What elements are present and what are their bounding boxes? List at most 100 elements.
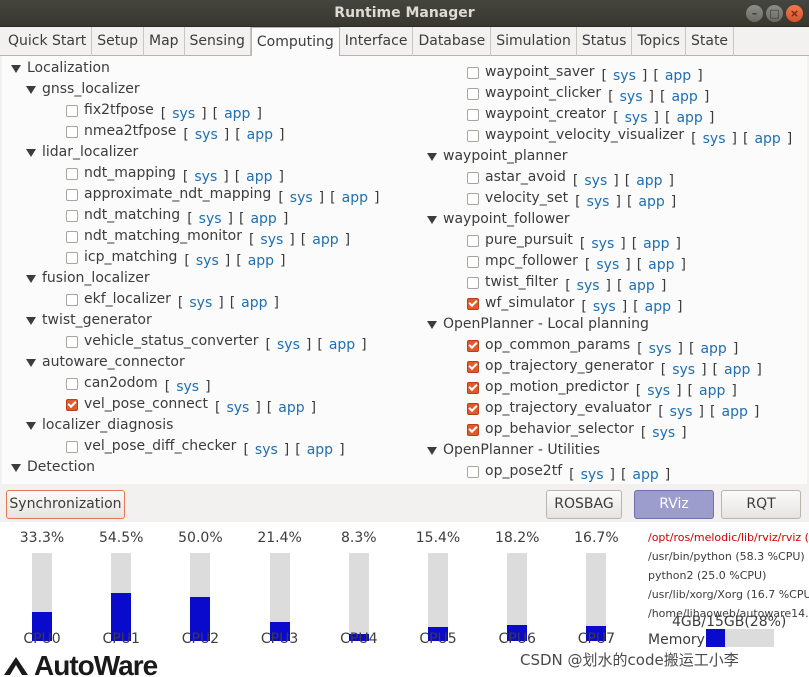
- item-label: mpc_follower: [485, 253, 578, 269]
- maximize-icon[interactable]: □: [766, 5, 783, 22]
- app-link[interactable]: app: [754, 131, 780, 147]
- minimize-icon[interactable]: –: [746, 5, 763, 22]
- group-label[interactable]: OpenPlanner - Local planning: [443, 314, 649, 335]
- checkbox[interactable]: [467, 108, 479, 121]
- checkbox[interactable]: [467, 66, 479, 79]
- rviz-button[interactable]: RViz: [634, 490, 714, 519]
- checkbox[interactable]: [467, 423, 479, 436]
- app-link[interactable]: app: [676, 110, 702, 126]
- bracket: [: [620, 467, 627, 483]
- cpu-meter: 33.3% CPU0: [2, 530, 82, 650]
- bracket: [: [569, 467, 575, 483]
- group-label[interactable]: OpenPlanner - Utilities: [443, 440, 600, 461]
- autoware-logo: AutoWare: [2, 650, 158, 677]
- sys-link[interactable]: sys: [620, 89, 643, 105]
- bracket: [: [688, 341, 695, 357]
- tree-group: OpenPlanner - Utilities: [426, 440, 600, 461]
- group-label[interactable]: waypoint_follower: [443, 209, 570, 230]
- sys-app-links: [sys]: [638, 423, 690, 444]
- sys-link[interactable]: sys: [703, 131, 726, 147]
- checkbox[interactable]: [467, 276, 479, 289]
- tab-map[interactable]: Map: [144, 27, 185, 56]
- sys-link[interactable]: sys: [584, 173, 607, 189]
- tab-state[interactable]: State: [686, 27, 735, 56]
- bracket: ]: [701, 362, 707, 378]
- app-link[interactable]: app: [721, 404, 747, 420]
- tab-status[interactable]: Status: [577, 27, 633, 56]
- sys-link[interactable]: sys: [652, 425, 675, 441]
- tab-setup[interactable]: Setup: [92, 27, 144, 56]
- tree-item: op_pose2tf [sys] [app]: [467, 461, 673, 484]
- bracket: ]: [668, 173, 675, 189]
- checkbox[interactable]: [467, 297, 479, 310]
- sys-link[interactable]: sys: [613, 68, 636, 84]
- app-link[interactable]: app: [700, 341, 726, 357]
- expander-triangle-icon[interactable]: [426, 214, 437, 225]
- cpu-bar: [32, 553, 52, 641]
- bracket: ]: [680, 257, 686, 273]
- tab-computing[interactable]: Computing: [250, 27, 340, 57]
- checkbox[interactable]: [467, 87, 479, 100]
- app-link[interactable]: app: [628, 278, 654, 294]
- sys-link[interactable]: sys: [672, 362, 695, 378]
- sys-link[interactable]: sys: [596, 257, 619, 273]
- expander-triangle-icon[interactable]: [426, 151, 437, 162]
- sys-link[interactable]: sys: [581, 467, 604, 483]
- checkbox[interactable]: [467, 402, 479, 415]
- sys-link[interactable]: sys: [587, 194, 610, 210]
- process-entry: /usr/lib/xorg/Xorg (16.7 %CPU): [648, 588, 809, 601]
- sys-link[interactable]: sys: [591, 236, 614, 252]
- group-label[interactable]: waypoint_planner: [443, 146, 568, 167]
- app-link[interactable]: app: [638, 194, 664, 210]
- item-label: pure_pursuit: [485, 232, 573, 248]
- tab-topics[interactable]: Topics: [632, 27, 686, 56]
- checkbox[interactable]: [467, 255, 479, 268]
- app-link[interactable]: app: [671, 89, 697, 105]
- tab-interface[interactable]: Interface: [340, 27, 414, 56]
- app-link[interactable]: app: [724, 362, 750, 378]
- app-link[interactable]: app: [636, 173, 662, 189]
- cpu-meter: 8.3% CPU4: [319, 530, 399, 650]
- tab-sensing[interactable]: Sensing: [185, 27, 251, 56]
- app-link[interactable]: app: [665, 68, 691, 84]
- checkbox[interactable]: [467, 192, 479, 205]
- sys-link[interactable]: sys: [649, 341, 672, 357]
- sys-link[interactable]: sys: [625, 110, 648, 126]
- cpu-percent: 16.7%: [574, 530, 619, 546]
- tree-item: op_motion_predictor [sys] [app]: [467, 377, 740, 399]
- checkbox[interactable]: [467, 360, 479, 373]
- checkbox[interactable]: [467, 171, 479, 184]
- app-link[interactable]: app: [645, 299, 671, 315]
- sys-link[interactable]: sys: [593, 299, 616, 315]
- expander-triangle-icon[interactable]: [426, 445, 437, 456]
- app-link[interactable]: app: [643, 236, 669, 252]
- tree-item: op_behavior_selector [sys]: [467, 419, 690, 441]
- cpu-label: CPU3: [260, 631, 299, 647]
- bracket: ]: [653, 110, 659, 126]
- app-link[interactable]: app: [648, 257, 674, 273]
- tab-quick-start[interactable]: Quick Start: [3, 27, 93, 56]
- checkbox[interactable]: [467, 234, 479, 247]
- app-link[interactable]: app: [699, 383, 725, 399]
- tab-simulation[interactable]: Simulation: [491, 27, 577, 56]
- expander-triangle-icon[interactable]: [426, 319, 437, 330]
- synchronization-button[interactable]: Synchronization: [6, 490, 125, 519]
- rosbag-button[interactable]: ROSBAG: [546, 490, 622, 519]
- checkbox[interactable]: [467, 339, 479, 352]
- bracket: [: [581, 299, 587, 315]
- sys-link[interactable]: sys: [670, 404, 693, 420]
- close-icon[interactable]: ×: [786, 5, 803, 22]
- rqt-button[interactable]: RQT: [721, 490, 801, 519]
- checkbox[interactable]: [467, 465, 479, 478]
- sys-link[interactable]: sys: [647, 383, 670, 399]
- bracket: ]: [613, 173, 619, 189]
- checkbox[interactable]: [467, 129, 479, 142]
- sys-link[interactable]: sys: [577, 278, 600, 294]
- app-link[interactable]: app: [632, 467, 658, 483]
- checkbox[interactable]: [467, 381, 479, 394]
- sys-app-links: [sys] [app]: [566, 465, 673, 484]
- tab-database[interactable]: Database: [413, 27, 492, 56]
- item-label: velocity_set: [485, 190, 569, 206]
- bracket: ]: [670, 194, 677, 210]
- sys-app-links: [sys] [app]: [688, 129, 795, 150]
